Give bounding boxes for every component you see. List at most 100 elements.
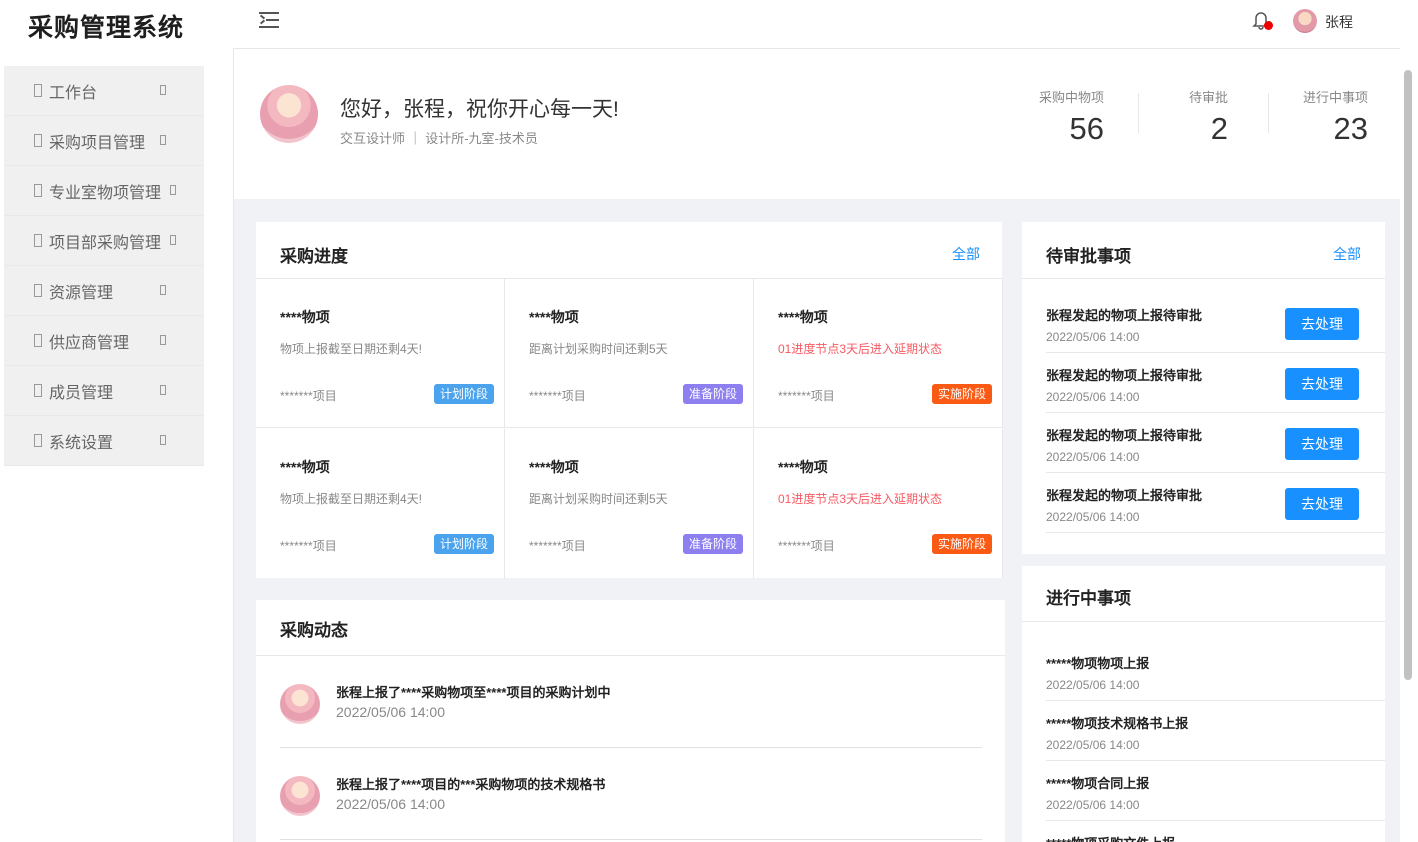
progress-item[interactable]: ****物项 01进度节点3天后进入延期状态 *******项目 实施阶段 [754,279,1003,428]
pending-item: 张程发起的物项上报待审批 2022/05/06 14:00 去处理 [1046,413,1385,473]
progress-all-link[interactable]: 全部 [952,244,980,264]
item-title: ****物项 [280,309,330,325]
activity-text: 张程上报了****项目的***采购物项的技术规格书 [336,777,606,792]
ongoing-item-title: *****物项技术规格书上报 [1046,716,1189,731]
item-desc: 距离计划采购时间还剩5天 [529,342,668,356]
ongoing-item-time: 2022/05/06 14:00 [1046,798,1140,812]
ongoing-item[interactable]: *****物项物项上报 2022/05/06 14:00 [1046,641,1385,701]
ongoing-item-title: *****物项合同上报 [1046,776,1150,791]
stat-ongoing: 进行中事项 23 [1303,87,1368,147]
menu-icon [34,134,42,147]
sidebar-item-label: 专业室物项管理 [49,184,162,202]
progress-item[interactable]: ****物项 距离计划采购时间还剩5天 *******项目 准备阶段 [505,429,754,578]
item-title: ****物项 [778,309,828,325]
pending-item: 张程发起的物项上报待审批 2022/05/06 14:00 去处理 [1046,473,1385,533]
avatar [280,776,320,816]
sidebar-item-purchase-projects[interactable]: 采购项目管理 [4,116,204,166]
chevron-icon [160,335,166,345]
ongoing-item[interactable]: *****物项采购文件上报 [1046,821,1385,842]
ongoing-title: 进行中事项 [1046,589,1131,608]
activity-text: 张程上报了****采购物项至****项目的采购计划中 [336,685,611,700]
page-scrollbar[interactable] [1404,70,1412,680]
menu-icon [34,284,42,297]
stat-value: 56 [1069,111,1104,146]
menu-icon [34,84,42,97]
pending-item-title: 张程发起的物项上报待审批 [1046,488,1203,503]
chevron-icon [160,385,166,395]
item-title: ****物项 [280,459,330,475]
sidebar-item-suppliers[interactable]: 供应商管理 [4,316,204,366]
sidebar-item-members[interactable]: 成员管理 [4,366,204,416]
ongoing-item[interactable]: *****物项合同上报 2022/05/06 14:00 [1046,761,1385,821]
item-project: *******项目 [778,539,835,553]
progress-item[interactable]: ****物项 物项上报截至日期还剩4天! *******项目 计划阶段 [256,429,505,578]
welcome-panel: 您好，张程，祝你开心每一天! 交互设计师 ｜ 设计所-九室-技术员 采购中物项 … [234,49,1400,199]
ongoing-item-title: *****物项采购文件上报 [1046,833,1175,842]
profile-avatar [260,85,318,143]
activity-title: 采购动态 [280,621,348,640]
item-desc: 距离计划采购时间还剩5天 [529,492,668,506]
menu-icon [34,434,42,447]
ongoing-item-time: 2022/05/06 14:00 [1046,738,1140,752]
sidebar-item-resources[interactable]: 资源管理 [4,266,204,316]
user-avatar[interactable] [1293,9,1317,33]
pending-card: 待审批事项 全部 张程发起的物项上报待审批 2022/05/06 14:00 去… [1022,222,1385,554]
activity-time: 2022/05/06 14:00 [336,796,445,812]
divider [1022,621,1385,622]
pending-item-time: 2022/05/06 14:00 [1046,330,1140,344]
process-button[interactable]: 去处理 [1285,308,1359,340]
notification-bell-icon[interactable] [1251,9,1273,31]
sidebar-item-settings[interactable]: 系统设置 [4,416,204,466]
stat-divider [1268,93,1269,133]
chevron-icon [160,85,166,95]
stage-badge: 准备阶段 [682,384,743,404]
sidebar-item-dept-purchase[interactable]: 项目部采购管理 [4,216,204,266]
item-desc: 01进度节点3天后进入延期状态 [778,342,943,356]
avatar [280,684,320,724]
stat-label: 待审批 [1188,90,1228,105]
ongoing-item-title: *****物项物项上报 [1046,656,1150,671]
stat-purchasing: 采购中物项 56 [1039,87,1104,147]
item-project: *******项目 [529,389,586,403]
sidebar-item-specialty-items[interactable]: 专业室物项管理 [4,166,204,216]
sidebar: 工作台 采购项目管理 专业室物项管理 项目部采购管理 资源管理 供应商管理 成员… [4,66,204,466]
ongoing-item[interactable]: *****物项技术规格书上报 2022/05/06 14:00 [1046,701,1385,761]
chevron-icon [160,285,166,295]
process-button[interactable]: 去处理 [1285,488,1359,520]
app-title: 采购管理系统 [28,14,185,42]
sidebar-item-label: 工作台 [49,84,98,102]
ongoing-card: 进行中事项 *****物项物项上报 2022/05/06 14:00 *****… [1022,566,1385,842]
activity-item[interactable]: 张程上报了****采购物项至****项目的采购计划中 2022/05/06 14… [280,656,982,748]
pending-item-time: 2022/05/06 14:00 [1046,390,1140,404]
app-root: 采购管理系统 工作台 采购项目管理 专业室物项管理 项目部采购管理 资源管理 供… [0,0,1418,842]
sidebar-item-label: 采购项目管理 [49,134,146,152]
header-username[interactable]: 张程 [1325,12,1353,32]
menu-fold-icon[interactable] [259,11,281,29]
menu-icon [34,334,42,347]
sidebar-item-workbench[interactable]: 工作台 [4,66,204,116]
progress-item[interactable]: ****物项 物项上报截至日期还剩4天! *******项目 计划阶段 [256,279,505,428]
stage-badge: 准备阶段 [682,534,743,554]
stage-badge: 计划阶段 [433,384,494,404]
pending-item-time: 2022/05/06 14:00 [1046,510,1140,524]
activity-item[interactable]: 张程上报了****项目的***采购物项的技术规格书 2022/05/06 14:… [280,748,982,840]
pending-item-title: 张程发起的物项上报待审批 [1046,368,1203,383]
progress-item[interactable]: ****物项 01进度节点3天后进入延期状态 *******项目 实施阶段 [754,429,1003,578]
item-project: *******项目 [280,389,337,403]
item-project: *******项目 [529,539,586,553]
pending-title: 待审批事项 [1046,247,1131,266]
progress-title: 采购进度 [280,247,348,266]
pending-all-link[interactable]: 全部 [1333,244,1361,264]
menu-icon [34,234,42,247]
activity-time: 2022/05/06 14:00 [336,704,445,720]
stat-label: 进行中事项 [1302,90,1368,105]
item-project: *******项目 [778,389,835,403]
process-button[interactable]: 去处理 [1285,428,1359,460]
stage-badge: 实施阶段 [931,534,992,554]
progress-item[interactable]: ****物项 距离计划采购时间还剩5天 *******项目 准备阶段 [505,279,754,428]
stat-pending: 待审批 2 [1189,87,1228,147]
pending-item-time: 2022/05/06 14:00 [1046,450,1140,464]
greeting-text: 您好，张程，祝你开心每一天! [340,98,619,121]
item-desc: 物项上报截至日期还剩4天! [280,342,423,356]
process-button[interactable]: 去处理 [1285,368,1359,400]
